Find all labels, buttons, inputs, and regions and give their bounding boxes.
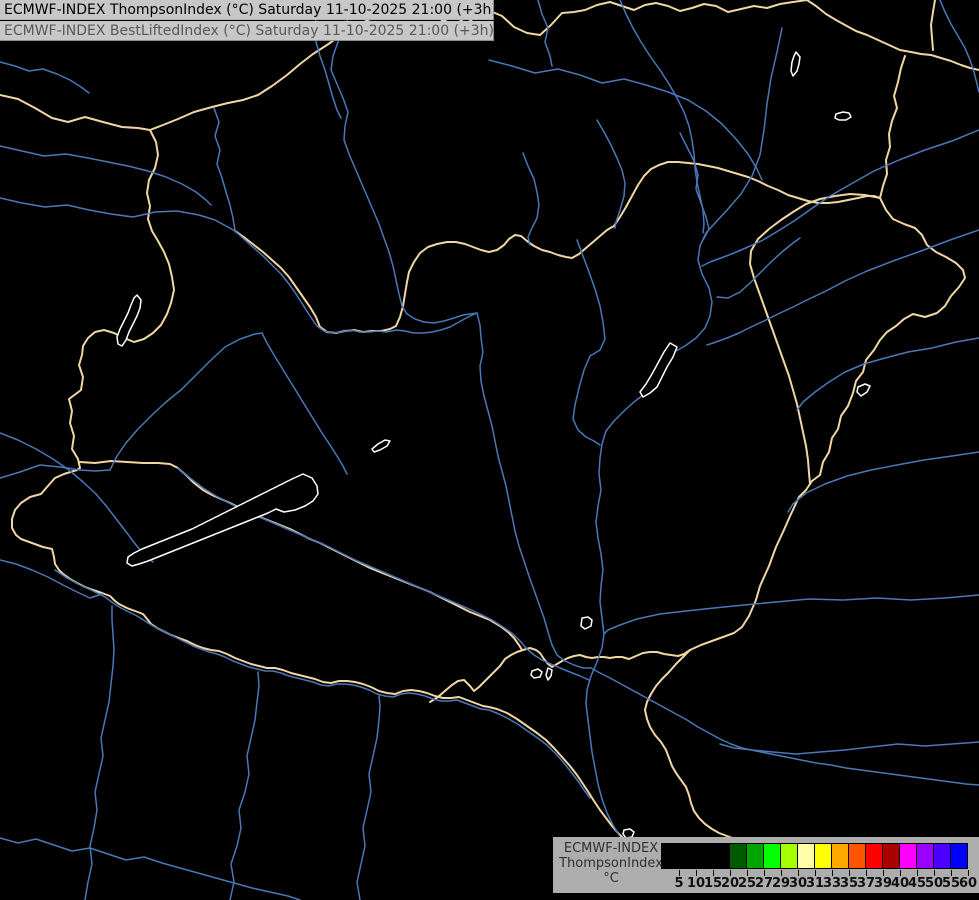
- legend-color-scale: 51015202527293031333537394045505560: [661, 843, 971, 891]
- legend-cell-25: [730, 844, 746, 868]
- legend-cell-33: [815, 844, 831, 868]
- legend-cell-15: [696, 844, 712, 868]
- legend-tick-label: 35: [840, 876, 858, 891]
- legend-cell-39: [866, 844, 882, 868]
- title-text-line1: ECMWF-INDEX ThompsonIndex (°C) Saturday …: [4, 2, 494, 18]
- title-bar-thompson-index: ECMWF-INDEX ThompsonIndex (°C) Saturday …: [0, 0, 494, 20]
- legend-cell-55: [934, 844, 950, 868]
- legend-panel: ECMWF-INDEX ThompsonIndex °C 5 1015202527…: [553, 837, 979, 893]
- legend-index-name: ThompsonIndex: [559, 856, 663, 871]
- legend-tick-label: 31: [806, 876, 824, 891]
- legend-cell-35: [832, 844, 848, 868]
- legend-tick-label: 27: [755, 876, 773, 891]
- legend-tick-label: 10: [687, 876, 705, 891]
- legend-tick-label: 33: [823, 876, 841, 891]
- title-bar-best-lifted-index: ECMWF-INDEX BestLiftedIndex (°C) Saturda…: [0, 21, 494, 41]
- legend-cell-29: [764, 844, 780, 868]
- legend-cell-27: [747, 844, 763, 868]
- legend-tick-label: 45: [908, 876, 926, 891]
- legend-tick-label: 15: [704, 876, 722, 891]
- legend-tick-label: 39: [874, 876, 892, 891]
- legend-cell-20: [713, 844, 729, 868]
- legend-tick-label: 55: [942, 876, 960, 891]
- legend-cell-40: [883, 844, 899, 868]
- legend-cell-50: [917, 844, 933, 868]
- legend-tick-label: 25: [738, 876, 756, 891]
- weather-map-screen: ECMWF-INDEX ThompsonIndex (°C) Saturday …: [0, 0, 979, 900]
- legend-tick-label: 5: [674, 876, 683, 891]
- legend-tick-label: 30: [789, 876, 807, 891]
- legend-label-block: ECMWF-INDEX ThompsonIndex °C: [559, 841, 663, 886]
- legend-cell-10: [679, 844, 695, 868]
- lake-small-south-1: [531, 669, 542, 678]
- legend-tick-label: 50: [925, 876, 943, 891]
- legend-cell-37: [849, 844, 865, 868]
- legend-cell-31: [798, 844, 814, 868]
- legend-cell-45: [900, 844, 916, 868]
- legend-unit: °C: [559, 871, 663, 886]
- legend-tick-label: 37: [857, 876, 875, 891]
- legend-cell-60: [951, 844, 967, 868]
- title-text-line2: ECMWF-INDEX BestLiftedIndex (°C) Saturda…: [4, 23, 494, 39]
- legend-cell-30: [781, 844, 797, 868]
- legend-tick-label: 40: [891, 876, 909, 891]
- legend-cell-5: [662, 844, 678, 868]
- legend-product-name: ECMWF-INDEX: [559, 841, 663, 856]
- legend-color-cells: [661, 843, 968, 869]
- lake-small-north-2: [835, 112, 851, 120]
- legend-tick-label: 29: [772, 876, 790, 891]
- legend-tick-label: 20: [721, 876, 739, 891]
- legend-tick-label: 60: [959, 876, 977, 891]
- map-canvas: [0, 0, 979, 900]
